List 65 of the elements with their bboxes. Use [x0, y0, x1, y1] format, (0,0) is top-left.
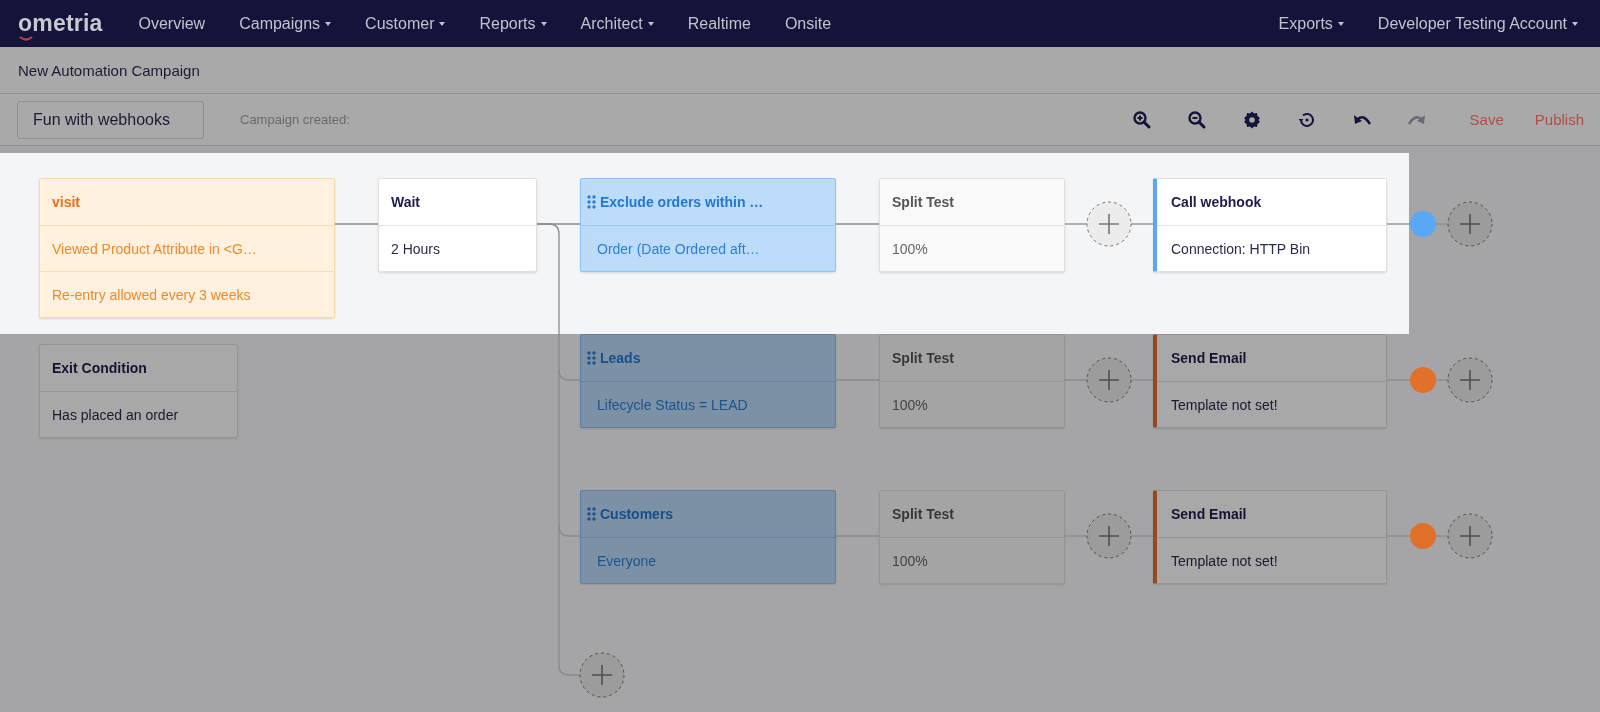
logo[interactable]: ometria: [18, 10, 103, 37]
node-detail: 2 Hours: [379, 225, 536, 271]
add-step-button[interactable]: [1086, 513, 1132, 559]
node-detail: 100%: [880, 381, 1064, 427]
nav-menu-item[interactable]: Developer Testing Account: [1377, 14, 1578, 33]
nav-menu-item[interactable]: Exports: [1278, 14, 1344, 33]
add-step-button[interactable]: [1447, 513, 1493, 559]
node-title: Leads: [600, 350, 641, 366]
add-step-button[interactable]: [1447, 357, 1493, 403]
node-title: Send Email: [1170, 349, 1248, 368]
page-title: New Automation Campaign: [18, 61, 200, 79]
node-detail: Re-entry allowed every 3 weeks: [40, 271, 334, 317]
node-title: Exclude orders within …: [600, 194, 764, 210]
node-detail: Viewed Product Attribute in <G…: [40, 225, 334, 271]
add-step-button[interactable]: [1086, 201, 1132, 247]
add-step-button[interactable]: [1086, 357, 1132, 403]
node-title: Wait: [390, 193, 422, 212]
split-test-node[interactable]: Split Test 100%: [879, 490, 1065, 584]
node-title: Split Test: [891, 193, 955, 212]
node-title: Customers: [600, 506, 674, 522]
action-node[interactable]: Send Email Template not set!: [1153, 490, 1387, 584]
node-detail: Lifecycle Status = LEAD: [581, 381, 835, 427]
settings-icon: [1241, 109, 1262, 130]
split-test-node[interactable]: Split Test 100%: [879, 178, 1065, 272]
node-title: Send Email: [1170, 505, 1248, 524]
exit-condition-node[interactable]: Exit Condition Has placed an order: [39, 344, 238, 438]
node-detail: 100%: [880, 537, 1064, 583]
action-node[interactable]: Call webhook Connection: HTTP Bin: [1153, 178, 1387, 272]
nav-menu-item[interactable]: Architect: [580, 14, 654, 33]
node-detail: 100%: [880, 225, 1064, 271]
node-title: visit: [51, 193, 81, 212]
connector-line: [334, 223, 379, 225]
add-branch-button[interactable]: [579, 652, 625, 698]
action-node[interactable]: Send Email Template not set!: [1153, 334, 1387, 428]
zoom-out-icon: [1186, 109, 1207, 130]
connector-line: [1130, 223, 1154, 225]
node-title: Split Test: [891, 349, 955, 368]
node-title: Call webhook: [1170, 193, 1263, 212]
nav-menu-item[interactable]: Campaigns: [239, 14, 332, 33]
connector-line: [1386, 223, 1411, 225]
split-test-node[interactable]: Split Test 100%: [879, 334, 1065, 428]
wait-node[interactable]: Wait 2 Hours: [378, 178, 537, 272]
node-title: Split Test: [891, 505, 955, 524]
campaign-name-field[interactable]: Fun with webhooks: [17, 100, 204, 139]
add-step-button[interactable]: [1447, 201, 1493, 247]
nav-menu-item[interactable]: Customer: [365, 14, 446, 33]
nav-menu-item[interactable]: Realtime: [687, 14, 751, 33]
node-detail: Template not set!: [1157, 381, 1386, 427]
drag-handle-icon[interactable]: [587, 195, 596, 209]
node-detail: Order (Date Ordered aft…: [581, 225, 835, 271]
node-detail: Everyone: [581, 537, 835, 583]
node-detail: Template not set!: [1157, 537, 1386, 583]
connector-line: [1064, 223, 1088, 225]
swoosh-icon: [19, 36, 33, 41]
nav-menu-item[interactable]: Onsite: [784, 14, 832, 33]
zoom-in-icon: [1131, 109, 1152, 130]
drag-handle-icon[interactable]: [587, 351, 596, 365]
nav-menu-item[interactable]: Overview: [138, 14, 206, 33]
node-detail: Has placed an order: [40, 391, 237, 437]
drag-handle-icon[interactable]: [587, 507, 596, 521]
node-title: Exit Condition: [51, 359, 148, 378]
node-detail: Connection: HTTP Bin: [1157, 225, 1386, 271]
connector-line: [835, 223, 880, 225]
campaign-created-label: Campaign created:: [240, 112, 350, 127]
nav-menu-item[interactable]: Reports: [479, 14, 547, 33]
